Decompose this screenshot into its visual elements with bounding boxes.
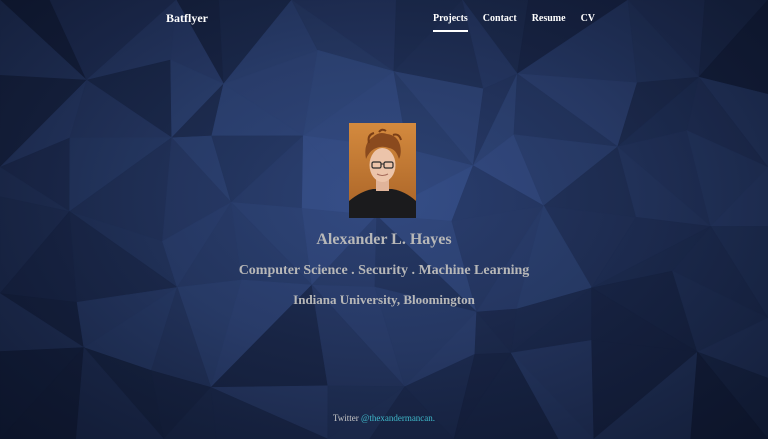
nav-cv-link[interactable]: CV — [581, 13, 595, 32]
nav-resume-link[interactable]: Resume — [532, 13, 566, 32]
footer: Twitter @thexandermancan. — [0, 413, 768, 423]
profile-institution: Indiana University, Bloomington — [293, 292, 475, 307]
footer-twitter-label: Twitter — [332, 413, 359, 423]
top-nav: Projects Contact Resume CV — [433, 13, 610, 32]
brand-link[interactable]: Batflyer — [166, 11, 208, 26]
nav-projects-link[interactable]: Projects — [433, 13, 468, 32]
nav-contact-link[interactable]: Contact — [483, 13, 517, 32]
profile-tagline: Computer Science . Security . Machine Le… — [238, 263, 530, 278]
profile-name: Alexander L. Hayes — [316, 231, 452, 248]
twitter-handle-link[interactable]: @thexandermancan. — [361, 413, 435, 423]
page: Batflyer Projects Contact Resume CV Alex… — [0, 0, 768, 439]
profile-photo — [349, 123, 416, 218]
